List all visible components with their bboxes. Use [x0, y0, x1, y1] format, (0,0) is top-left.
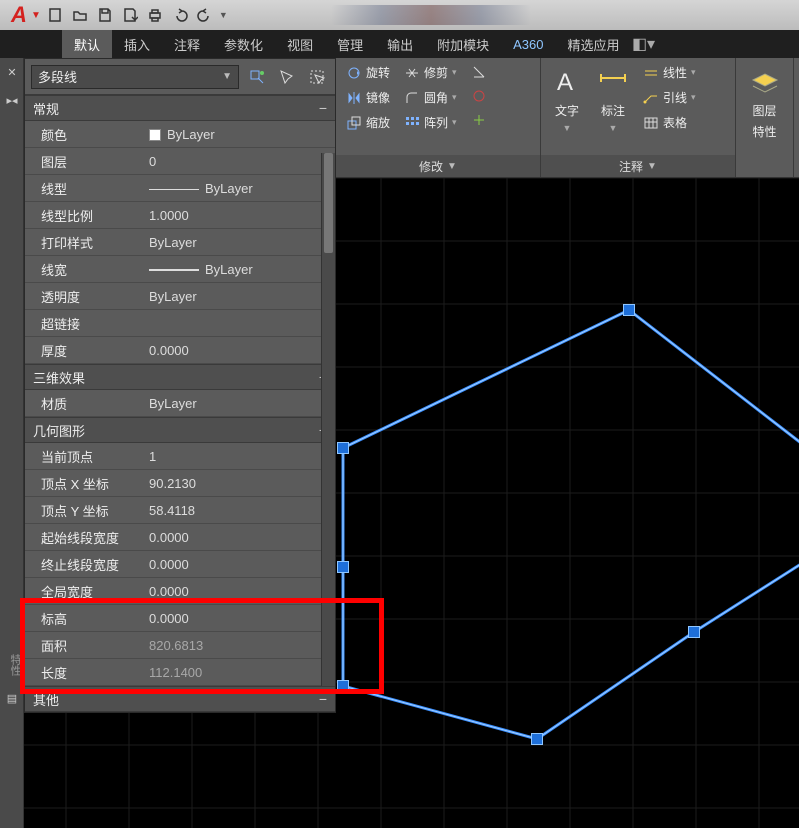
qat-save-icon[interactable]: [94, 4, 116, 26]
btn-tool1[interactable]: [467, 62, 491, 82]
btn-layer-properties[interactable]: 图层 特性: [745, 62, 785, 144]
row-layer[interactable]: 图层 0: [25, 148, 335, 175]
grip-vertex[interactable]: [688, 626, 700, 638]
quick-select-icon[interactable]: [245, 65, 269, 89]
qat-new-icon[interactable]: [44, 4, 66, 26]
panel-expand-icon[interactable]: ▼: [647, 161, 657, 172]
grip-vertex[interactable]: [623, 304, 635, 316]
qat-saveas-icon[interactable]: [119, 4, 141, 26]
row-elevation[interactable]: 标高 0.0000: [25, 605, 335, 632]
btn-text[interactable]: A 文字▼: [547, 62, 587, 137]
grip-vertex[interactable]: [531, 733, 543, 745]
btn-tool2[interactable]: [467, 86, 491, 106]
strip-palette-icon[interactable]: ▤: [0, 684, 24, 712]
strip-btn-2[interactable]: ▸◂: [0, 86, 24, 114]
tab-addins[interactable]: 附加模块: [425, 30, 501, 58]
row-plotstyle[interactable]: 打印样式 ByLayer: [25, 229, 335, 256]
row-vertex[interactable]: 当前顶点 1: [25, 443, 335, 470]
tab-default[interactable]: 默认: [62, 30, 112, 58]
row-ltscale[interactable]: 线型比例 1.0000: [25, 202, 335, 229]
app-logo: A: [4, 2, 34, 28]
left-palette-strip: ✕ ▸◂ 特性 ▤: [0, 58, 24, 828]
row-hyperlink[interactable]: 超链接: [25, 310, 335, 337]
btn-trim[interactable]: 修剪▾: [400, 62, 461, 83]
btn-dim[interactable]: 标注▼: [593, 62, 633, 137]
tab-manage[interactable]: 管理: [325, 30, 375, 58]
panel-title-modify: 修改: [419, 158, 443, 175]
qat-print-icon[interactable]: [144, 4, 166, 26]
title-bar: A ▼ ▼: [0, 0, 799, 30]
object-type-select[interactable]: 多段线 ▼: [31, 65, 239, 89]
grip-midpoint[interactable]: [337, 561, 349, 573]
btn-linetype[interactable]: 线性▾: [639, 62, 700, 83]
panel-expand-icon[interactable]: ▼: [447, 161, 457, 172]
btn-fillet[interactable]: 圆角▾: [400, 87, 461, 108]
qat-redo-icon[interactable]: [194, 4, 216, 26]
svg-text:A: A: [557, 69, 573, 96]
row-thickness[interactable]: 厚度 0.0000: [25, 337, 335, 364]
color-swatch: [149, 129, 161, 141]
row-vertex-x[interactable]: 顶点 X 坐标 90.2130: [25, 470, 335, 497]
tab-featured[interactable]: 精选应用: [556, 30, 632, 58]
panel-title-annotate: 注释: [619, 158, 643, 175]
section-general[interactable]: 常规 −: [25, 95, 335, 121]
section-geometry[interactable]: 几何图形 −: [25, 417, 335, 443]
row-lineweight[interactable]: 线宽 ByLayer: [25, 256, 335, 283]
tab-parametric[interactable]: 参数化: [212, 30, 275, 58]
object-type-value: 多段线: [38, 67, 77, 86]
strip-label: 特性: [0, 654, 23, 676]
app-menu-caret[interactable]: ▼: [31, 10, 41, 21]
scrollbar-thumb[interactable]: [324, 153, 333, 253]
btn-leader[interactable]: 引线▾: [639, 87, 700, 108]
row-length: 长度 112.1400: [25, 659, 335, 686]
section-3d[interactable]: 三维效果 −: [25, 364, 335, 390]
titlebar-background: [331, 5, 531, 25]
row-material[interactable]: 材质 ByLayer: [25, 390, 335, 417]
tab-insert[interactable]: 插入: [112, 30, 162, 58]
tab-output[interactable]: 输出: [375, 30, 425, 58]
row-transparency[interactable]: 透明度 ByLayer: [25, 283, 335, 310]
tab-annotate[interactable]: 注释: [162, 30, 212, 58]
section-other[interactable]: 其他 −: [25, 686, 335, 712]
btn-mirror[interactable]: 镜像: [342, 87, 394, 108]
collapse-icon: −: [319, 100, 327, 116]
btn-array[interactable]: 阵列▾: [400, 112, 461, 133]
properties-palette: 多段线 ▼ 常规 − 颜色 ByLayer 图层 0 线型 ByLayer 线型…: [24, 58, 336, 713]
ribbon-panel-modify: 旋转 镜像 缩放 修剪▾ 圆角▾ 阵列▾ 修改 ▼: [336, 58, 541, 177]
btn-table[interactable]: 表格: [639, 112, 700, 133]
row-color[interactable]: 颜色 ByLayer: [25, 121, 335, 148]
select-objects-icon[interactable]: [305, 65, 329, 89]
ribbon-panel-annotate: A 文字▼ 标注▼ 线性▾ 引线▾ 表格 注释 ▼: [541, 58, 736, 177]
tab-view[interactable]: 视图: [275, 30, 325, 58]
lineweight-swatch: [149, 269, 199, 271]
collapse-icon: −: [319, 691, 327, 707]
strip-btn-1[interactable]: ✕: [0, 58, 24, 86]
row-end-width[interactable]: 终止线段宽度 0.0000: [25, 551, 335, 578]
qat-dropdown-caret[interactable]: ▼: [219, 10, 228, 20]
properties-scrollbar[interactable]: [321, 153, 335, 686]
qat-undo-icon[interactable]: [169, 4, 191, 26]
grip-vertex[interactable]: [337, 680, 349, 692]
row-global-width[interactable]: 全局宽度 0.0000: [25, 578, 335, 605]
row-vertex-y[interactable]: 顶点 Y 坐标 58.4118: [25, 497, 335, 524]
row-linetype[interactable]: 线型 ByLayer: [25, 175, 335, 202]
qat-open-icon[interactable]: [69, 4, 91, 26]
linetype-swatch: [149, 189, 199, 190]
row-area: 面积 820.6813: [25, 632, 335, 659]
btn-scale[interactable]: 缩放: [342, 112, 394, 133]
tab-a360[interactable]: A360: [501, 30, 555, 58]
row-start-width[interactable]: 起始线段宽度 0.0000: [25, 524, 335, 551]
dropdown-caret-icon: ▼: [222, 71, 232, 82]
ribbon-tabs: 默认 插入 注释 参数化 视图 管理 输出 附加模块 A360 精选应用 ◧▾: [0, 30, 799, 58]
ribbon-launcher-icon[interactable]: ◧▾: [632, 30, 656, 58]
ribbon-panel-layer: 图层 特性: [736, 58, 794, 177]
grip-vertex[interactable]: [337, 442, 349, 454]
btn-tool3[interactable]: [467, 110, 491, 130]
pickadd-icon[interactable]: [275, 65, 299, 89]
btn-rotate[interactable]: 旋转: [342, 62, 394, 83]
